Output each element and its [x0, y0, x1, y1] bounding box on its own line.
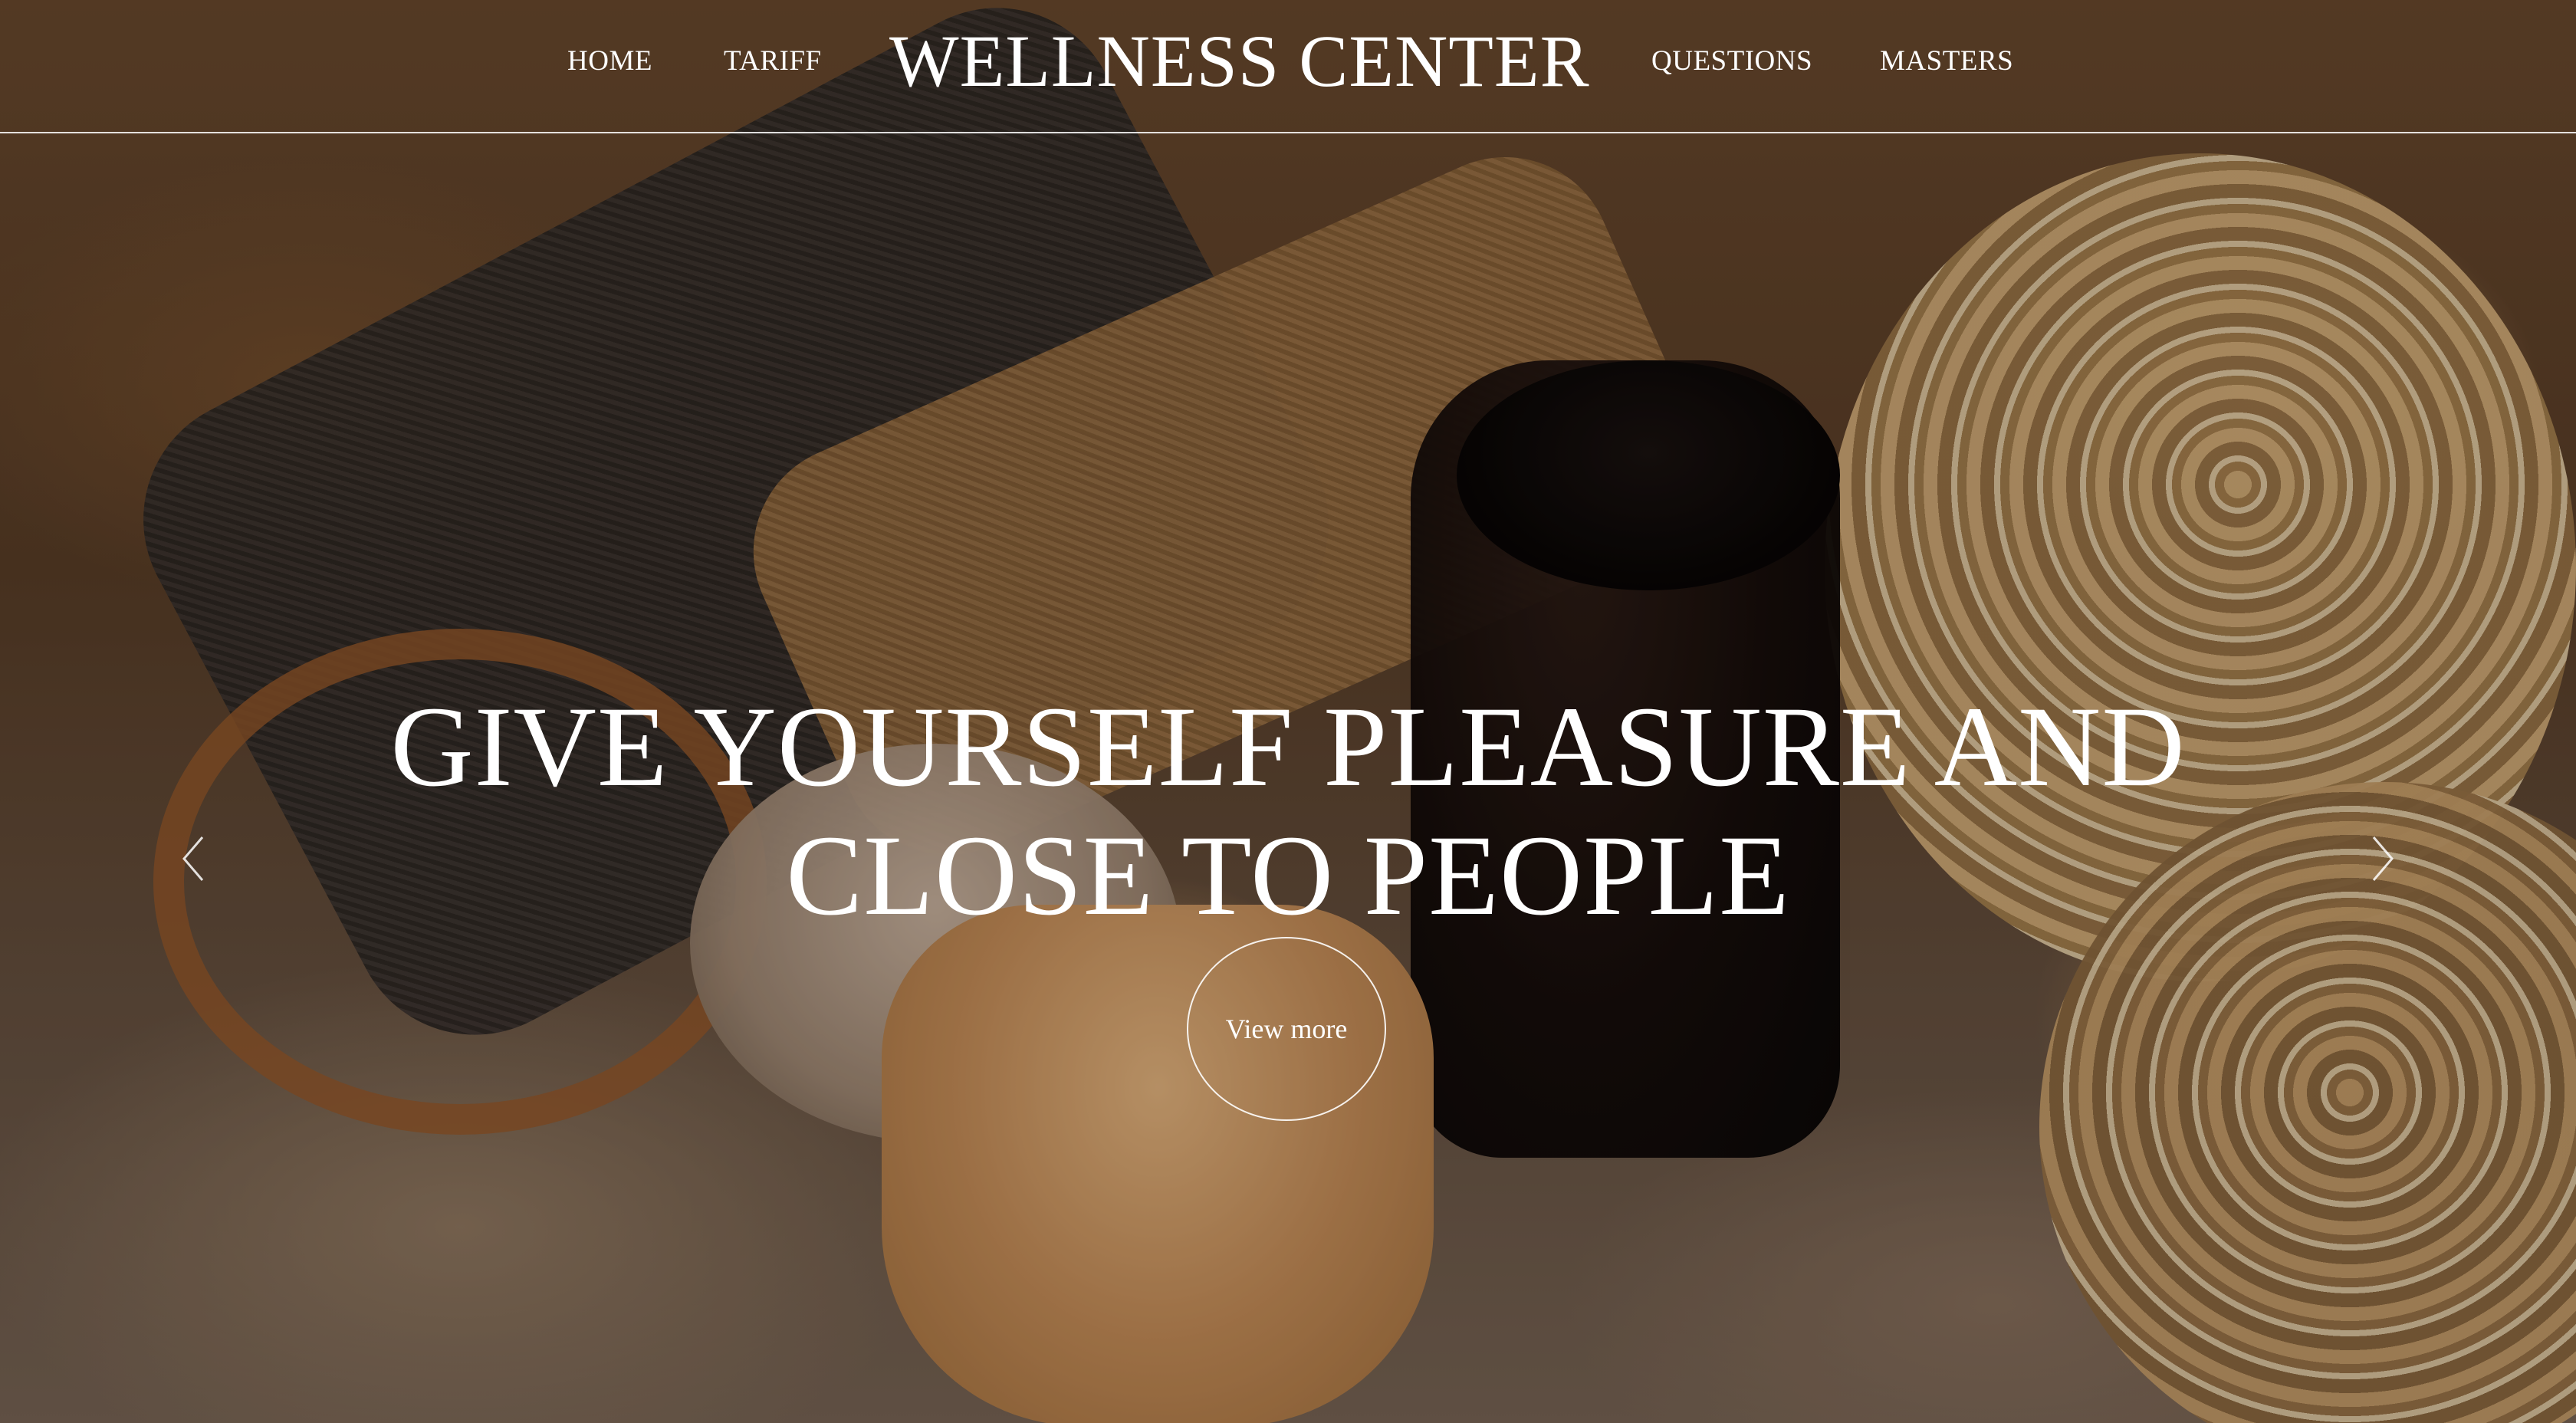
- chevron-right-icon: [2372, 836, 2394, 881]
- hero-headline: GIVE YOURSELF PLEASURE AND CLOSE TO PEOP…: [291, 682, 2285, 940]
- hero-banner: HOME TARIFF WELLNESS CENTER QUESTIONS MA…: [0, 0, 2576, 1423]
- view-more-button[interactable]: View more: [1187, 937, 1386, 1121]
- nav-link-masters[interactable]: MASTERS: [1880, 44, 2013, 77]
- carousel-prev-button[interactable]: [170, 828, 216, 889]
- nav-link-home[interactable]: HOME: [567, 44, 652, 77]
- nav-link-tariff[interactable]: TARIFF: [724, 44, 822, 77]
- nav-link-questions[interactable]: QUESTIONS: [1651, 44, 1812, 77]
- site-logo[interactable]: WELLNESS CENTER: [889, 18, 1590, 104]
- chevron-left-icon: [182, 836, 204, 881]
- hero-headline-line-1: GIVE YOURSELF PLEASURE AND: [390, 683, 2186, 810]
- hero-headline-line-2: CLOSE TO PEOPLE: [786, 812, 1790, 939]
- carousel-next-button[interactable]: [2360, 828, 2406, 889]
- top-navigation: HOME TARIFF WELLNESS CENTER QUESTIONS MA…: [0, 0, 2576, 133]
